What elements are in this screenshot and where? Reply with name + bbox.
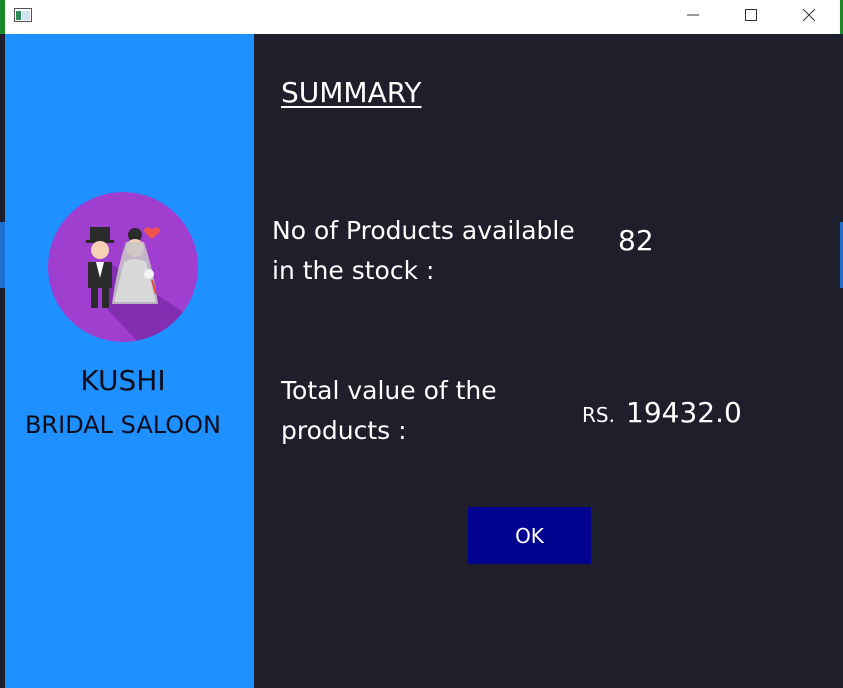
title-bar[interactable] <box>5 0 840 34</box>
close-button[interactable] <box>780 0 838 30</box>
close-icon <box>803 9 815 21</box>
page-title: SUMMARY <box>281 76 422 109</box>
total-value-label: Total value of the products : <box>281 376 497 445</box>
brand-subtitle: BRIDAL SALOON <box>24 411 222 439</box>
currency-label: RS. <box>582 403 615 427</box>
sidebar: KUSHI BRIDAL SALOON <box>5 34 254 688</box>
couple-logo-icon <box>48 192 198 342</box>
brand-name: KUSHI <box>80 364 166 397</box>
maximize-button[interactable] <box>722 0 780 30</box>
total-value-amount: 19432.0 <box>626 396 742 429</box>
minimize-icon <box>687 14 699 16</box>
products-count-value: 82 <box>618 224 654 257</box>
app-icon <box>14 8 32 22</box>
products-count-label: No of Products available in the stock : <box>272 216 575 285</box>
maximize-icon <box>745 9 757 21</box>
summary-panel: SUMMARY No of Products available in the … <box>254 34 840 688</box>
minimize-button[interactable] <box>664 0 722 30</box>
ok-button[interactable]: OK <box>468 507 591 564</box>
